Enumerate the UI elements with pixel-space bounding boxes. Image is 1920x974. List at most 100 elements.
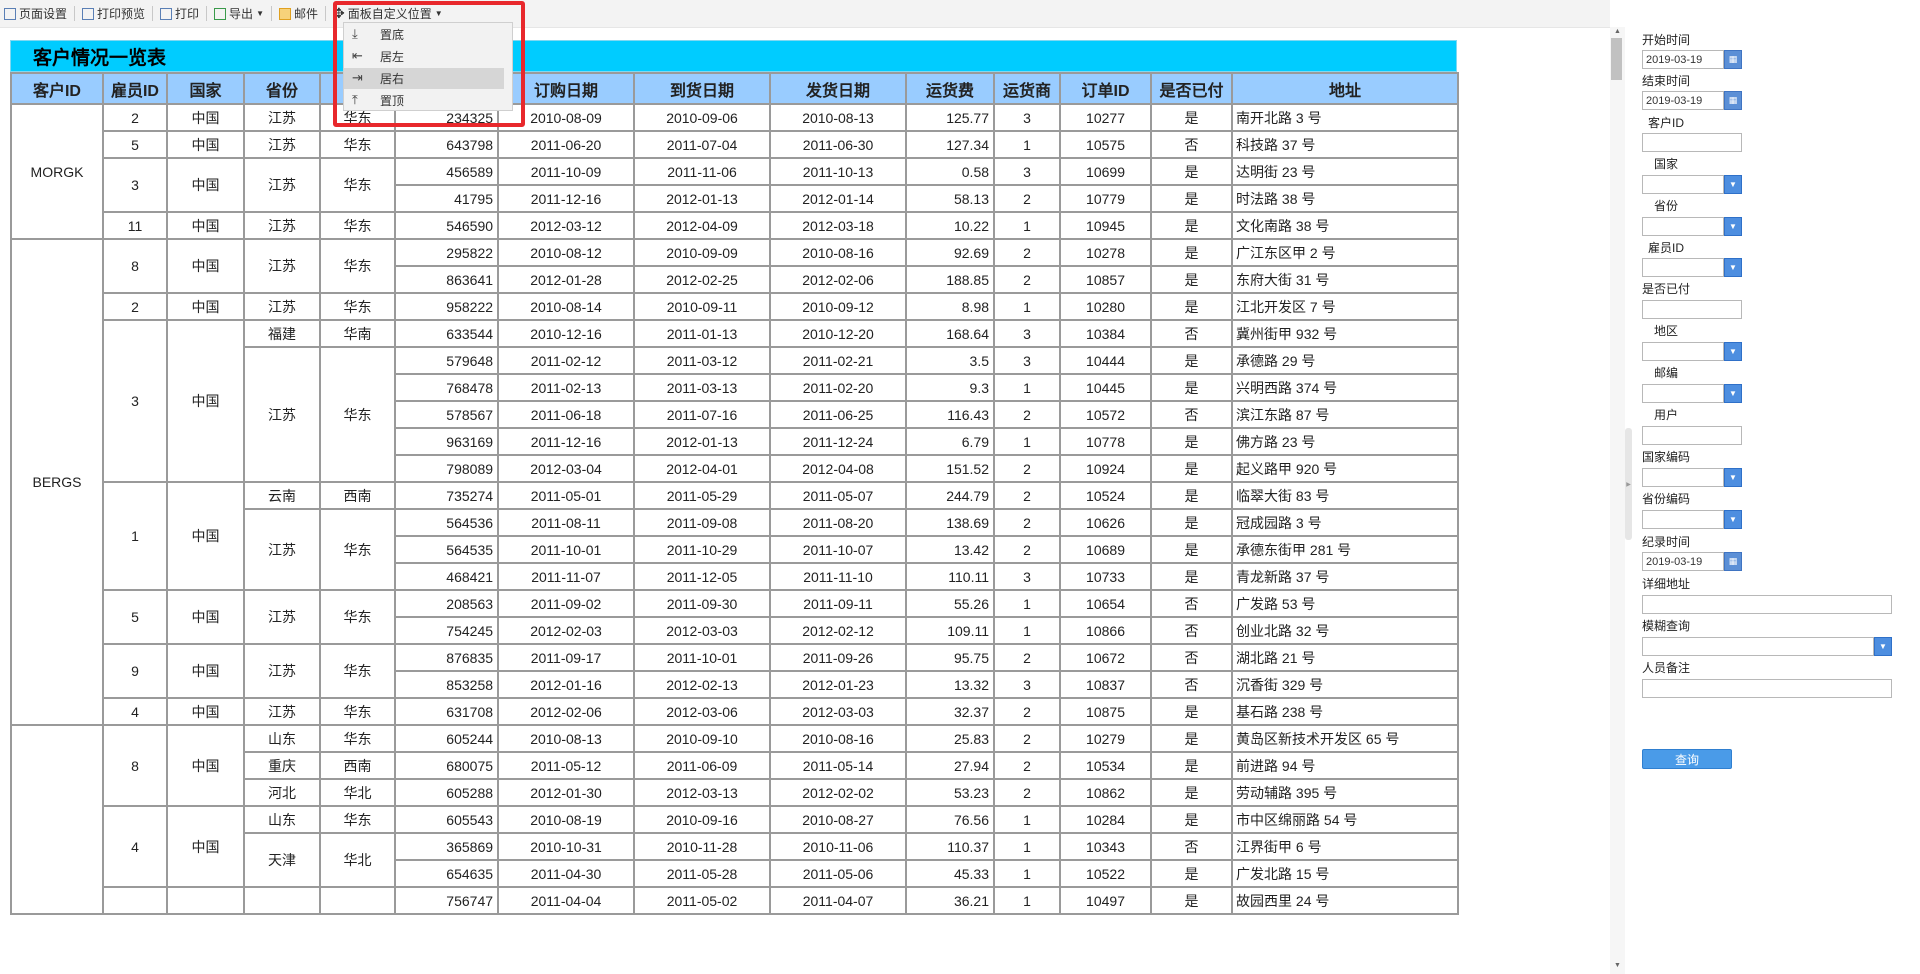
employee-id-cell	[102, 886, 168, 915]
chevron-down-icon[interactable]: ▼	[1874, 637, 1892, 656]
order-id-cell: 10945	[1059, 211, 1153, 240]
page-setup-button[interactable]: 页面设置	[0, 0, 71, 27]
country-cell	[166, 886, 245, 915]
order-date-cell: 2011-02-13	[497, 373, 636, 402]
freight-cell: 10.22	[905, 211, 996, 240]
customer-id-input[interactable]	[1642, 133, 1742, 152]
shipper-cell: 1	[993, 427, 1062, 456]
print-button[interactable]: 打印	[156, 0, 203, 27]
align-top-icon: ⤒	[352, 93, 358, 108]
order-date-cell: 2010-10-31	[497, 832, 636, 861]
scrollbar-thumb[interactable]	[1611, 38, 1622, 80]
country-code-select[interactable]	[1642, 468, 1724, 487]
paid-cell: 是	[1150, 859, 1234, 888]
shipper-cell: 3	[993, 670, 1062, 699]
record-time-input[interactable]: 2019-03-19	[1642, 552, 1724, 571]
address-cell: 市中区绵丽路 54 号	[1231, 805, 1460, 834]
export-button[interactable]: 导出 ▼	[210, 0, 268, 27]
paid-input[interactable]	[1642, 300, 1742, 319]
arrival-date-cell: 2011-05-28	[633, 859, 772, 888]
address-cell: 冀州街甲 932 号	[1231, 319, 1460, 348]
scroll-down-icon[interactable]: ▼	[1614, 962, 1621, 969]
paid-cell: 是	[1150, 562, 1234, 591]
address-cell: 东府大街 31 号	[1231, 265, 1460, 294]
order-date-cell: 2011-04-04	[497, 886, 636, 915]
fuzzy-query-select[interactable]	[1642, 637, 1874, 656]
menu-item-right[interactable]: ⇥ 居右	[344, 68, 504, 89]
order-date-cell: 2011-09-02	[497, 589, 636, 618]
address-cell: 基石路 238 号	[1231, 697, 1460, 726]
scroll-up-icon[interactable]: ▲	[1614, 28, 1621, 35]
shipper-cell: 1	[993, 616, 1062, 645]
employee-id-select[interactable]	[1642, 258, 1724, 277]
chevron-down-icon[interactable]: ▼	[1724, 510, 1742, 529]
ship-date-cell: 2011-10-07	[769, 535, 908, 564]
country-select[interactable]	[1642, 175, 1724, 194]
panel-collapse-handle[interactable]: ▶	[1625, 428, 1632, 540]
province-select[interactable]	[1642, 217, 1724, 236]
print-preview-button[interactable]: 打印预览	[78, 0, 149, 27]
start-time-input[interactable]: 2019-03-19	[1642, 50, 1724, 69]
ship-date-cell: 2011-09-11	[769, 589, 908, 618]
freight-cell: 125.77	[905, 103, 996, 132]
ship-date-cell: 2010-09-12	[769, 292, 908, 321]
order-date-cell: 2010-08-09	[497, 103, 636, 132]
region-cell: 华东	[319, 238, 396, 294]
chevron-down-icon[interactable]: ▼	[1724, 342, 1742, 361]
region-select[interactable]	[1642, 342, 1724, 361]
address-cell: 广发北路 15 号	[1231, 859, 1460, 888]
shipper-cell: 3	[993, 319, 1062, 348]
address-cell: 江北开发区 7 号	[1231, 292, 1460, 321]
order-id-cell: 10699	[1059, 157, 1153, 186]
print-preview-label: 打印预览	[97, 7, 146, 21]
address-cell: 湖北路 21 号	[1231, 643, 1460, 672]
postcode-cell: 654635	[393, 859, 500, 888]
arrival-date-cell: 2012-04-09	[633, 211, 772, 240]
menu-item-left[interactable]: ⇤ 居左	[344, 46, 512, 67]
shipper-cell: 2	[993, 751, 1062, 780]
postcode-select[interactable]	[1642, 384, 1724, 403]
query-button[interactable]: 查询	[1642, 749, 1732, 769]
order-id-cell: 10654	[1059, 589, 1153, 618]
user-input[interactable]	[1642, 426, 1742, 445]
table-row: 9 中国 江苏 华东 876835 2011-09-17 2011-10-01 2011-09…	[11, 643, 1460, 699]
mail-button[interactable]: 邮件	[275, 0, 322, 27]
menu-item-top[interactable]: ⤒ 置顶	[344, 90, 512, 111]
freight-cell: 13.42	[905, 535, 996, 564]
province-code-select[interactable]	[1642, 510, 1724, 529]
address-input[interactable]	[1642, 595, 1892, 614]
country-cell: 中国	[166, 130, 245, 159]
chevron-down-icon[interactable]: ▼	[1724, 468, 1742, 487]
table-row: 756747 2011-04-04 2011-05-02 2011-04-07 36.2…	[11, 886, 1460, 915]
ship-date-cell: 2011-05-07	[769, 481, 908, 510]
report-title: 客户情况一览表	[10, 40, 1457, 72]
arrival-date-cell: 2010-09-11	[633, 292, 772, 321]
vertical-scrollbar[interactable]	[1610, 27, 1625, 974]
freight-cell: 58.13	[905, 184, 996, 213]
ship-date-cell: 2011-10-13	[769, 157, 908, 186]
end-time-label: 结束时间	[1642, 74, 1691, 88]
menu-item-bottom[interactable]: ⤓ 置底	[344, 24, 512, 45]
country-cell: 中国	[166, 805, 245, 888]
province-cell: 山东	[243, 805, 321, 834]
employee-id-cell: 9	[102, 643, 168, 699]
chevron-down-icon[interactable]: ▼	[1724, 175, 1742, 194]
province-cell: 江苏	[243, 238, 321, 294]
address-cell: 承德东街甲 281 号	[1231, 535, 1460, 564]
page-setup-icon	[4, 7, 16, 20]
mail-icon	[278, 7, 291, 20]
column-header: 是否已付	[1150, 72, 1234, 105]
calendar-icon[interactable]: ▦	[1724, 50, 1742, 69]
freight-cell: 6.79	[905, 427, 996, 456]
chevron-down-icon[interactable]: ▼	[1724, 258, 1742, 277]
address-cell: 文化南路 38 号	[1231, 211, 1460, 240]
calendar-icon[interactable]: ▦	[1724, 91, 1742, 110]
end-time-input[interactable]: 2019-03-19	[1642, 91, 1724, 110]
chevron-down-icon[interactable]: ▼	[1724, 217, 1742, 236]
calendar-icon[interactable]: ▦	[1724, 552, 1742, 571]
remark-input[interactable]	[1642, 679, 1892, 698]
postcode-cell: 798089	[393, 454, 500, 483]
address-cell: 广发路 53 号	[1231, 589, 1460, 618]
column-header: 到货日期	[633, 72, 772, 105]
chevron-down-icon[interactable]: ▼	[1724, 384, 1742, 403]
